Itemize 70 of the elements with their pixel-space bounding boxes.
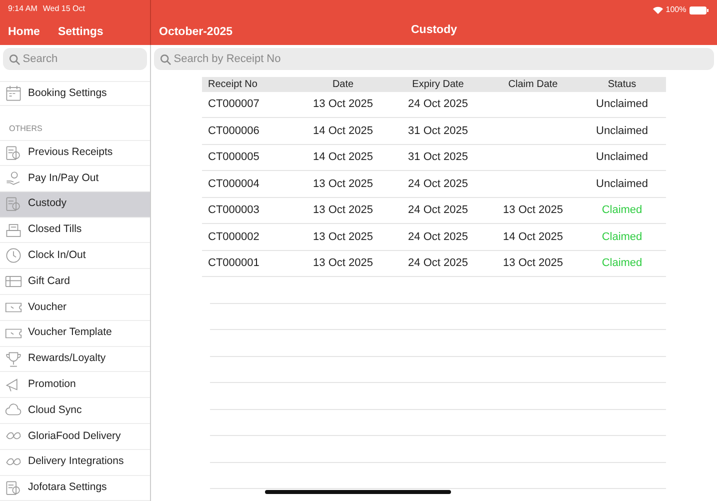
receipt-icon: [5, 196, 22, 213]
settings-link[interactable]: Settings: [58, 24, 104, 42]
receipt-icon: [5, 144, 22, 162]
column-header: Date: [331, 78, 355, 92]
section-header: OTHERS: [9, 124, 42, 134]
search-field[interactable]: Search: [2, 48, 148, 70]
sidebar-item[interactable]: Clock In/Out: [0, 243, 150, 270]
table-cell-text: 13 Oct 2025: [502, 256, 564, 271]
table-cell-text: 14 Oct 2025: [312, 124, 374, 138]
sidebar-item[interactable]: Rewards/Loyalty: [0, 346, 150, 372]
table-cell-text: 13 Oct 2025: [312, 230, 374, 244]
table-cell-text: 13 Oct 2025: [312, 97, 374, 112]
table-cell-text: 24 Oct 2025: [407, 203, 469, 218]
battery-icon: [689, 6, 709, 14]
table-cell-text: 14 Oct 2025: [312, 150, 374, 165]
sidebar-item[interactable]: Closed Tills: [0, 218, 150, 244]
sidebar-item[interactable]: Custody: [0, 192, 150, 218]
table-cell-text: 24 Oct 2025: [407, 230, 469, 244]
table-cell-text: CT000002: [207, 230, 260, 244]
calendar-icon: [5, 84, 22, 102]
home-link[interactable]: Home: [8, 24, 40, 42]
sidebar-item[interactable]: Gift Card: [0, 269, 150, 296]
table-cell-text: 13 Oct 2025: [502, 203, 564, 218]
search-field[interactable]: Search by Receipt No: [154, 48, 714, 70]
table-cell-text: CT000001: [207, 256, 260, 271]
sidebar-item[interactable]: Booking Settings: [0, 80, 150, 106]
status-text: Unclaimed: [595, 150, 649, 165]
sidebar-item[interactable]: Jofotara Settings: [0, 476, 150, 501]
status-text: Claimed: [600, 230, 644, 244]
table-cell-text: 24 Oct 2025: [407, 176, 469, 192]
column-header: Claim Date: [507, 78, 559, 92]
status-date: Wed 15 Oct: [42, 4, 85, 13]
status-text: Unclaimed: [595, 176, 649, 192]
table-cell-text: 31 Oct 2025: [407, 150, 469, 165]
cash-register-icon: [5, 222, 22, 239]
sidebar-item[interactable]: Promotion: [0, 372, 150, 398]
status-text: Claimed: [600, 203, 644, 218]
trophy-icon: [5, 350, 22, 368]
table-cell-text: CT000005: [207, 150, 260, 165]
sidebar-item[interactable]: GloriaFood Delivery: [0, 424, 150, 450]
sidebar-item[interactable]: Delivery Integrations: [0, 450, 150, 476]
table-cell-text: CT000007: [207, 97, 260, 112]
table-cell-text: 31 Oct 2025: [407, 124, 469, 138]
table-cell-text: CT000004: [207, 176, 260, 192]
clock-icon: [5, 247, 22, 264]
sidebar-item[interactable]: Voucher Template: [0, 320, 150, 347]
table-cell-text: 14 Oct 2025: [502, 230, 564, 244]
page-title: Custody: [411, 23, 457, 38]
wifi-icon: [653, 6, 664, 14]
status-text: Unclaimed: [595, 124, 649, 138]
table-cell-text: 13 Oct 2025: [312, 176, 374, 192]
column-header: Receipt No: [207, 78, 258, 92]
period-label[interactable]: October-2025: [159, 24, 233, 42]
table-cell-text: 13 Oct 2025: [312, 203, 374, 218]
table-cell-text: CT000006: [207, 124, 260, 138]
column-header: Status: [606, 78, 638, 92]
table-cell-text: 24 Oct 2025: [407, 256, 469, 271]
sidebar-item[interactable]: Voucher: [0, 295, 150, 321]
table-cell-text: 24 Oct 2025: [407, 97, 469, 112]
status-text: Unclaimed: [595, 97, 649, 112]
column-header: Expiry Date: [411, 78, 465, 92]
receipt-icon: [5, 480, 22, 497]
table-cell-text: CT000003: [207, 203, 260, 218]
status-text: Claimed: [600, 256, 644, 271]
battery-percent: 100%: [666, 4, 686, 16]
status-time: 9:14 AM: [8, 4, 38, 13]
sidebar-item[interactable]: Previous Receipts: [0, 140, 150, 166]
table-cell-text: 13 Oct 2025: [312, 256, 374, 271]
coin-hand-icon: [5, 170, 22, 187]
sidebar-item[interactable]: Cloud Sync: [0, 398, 150, 424]
